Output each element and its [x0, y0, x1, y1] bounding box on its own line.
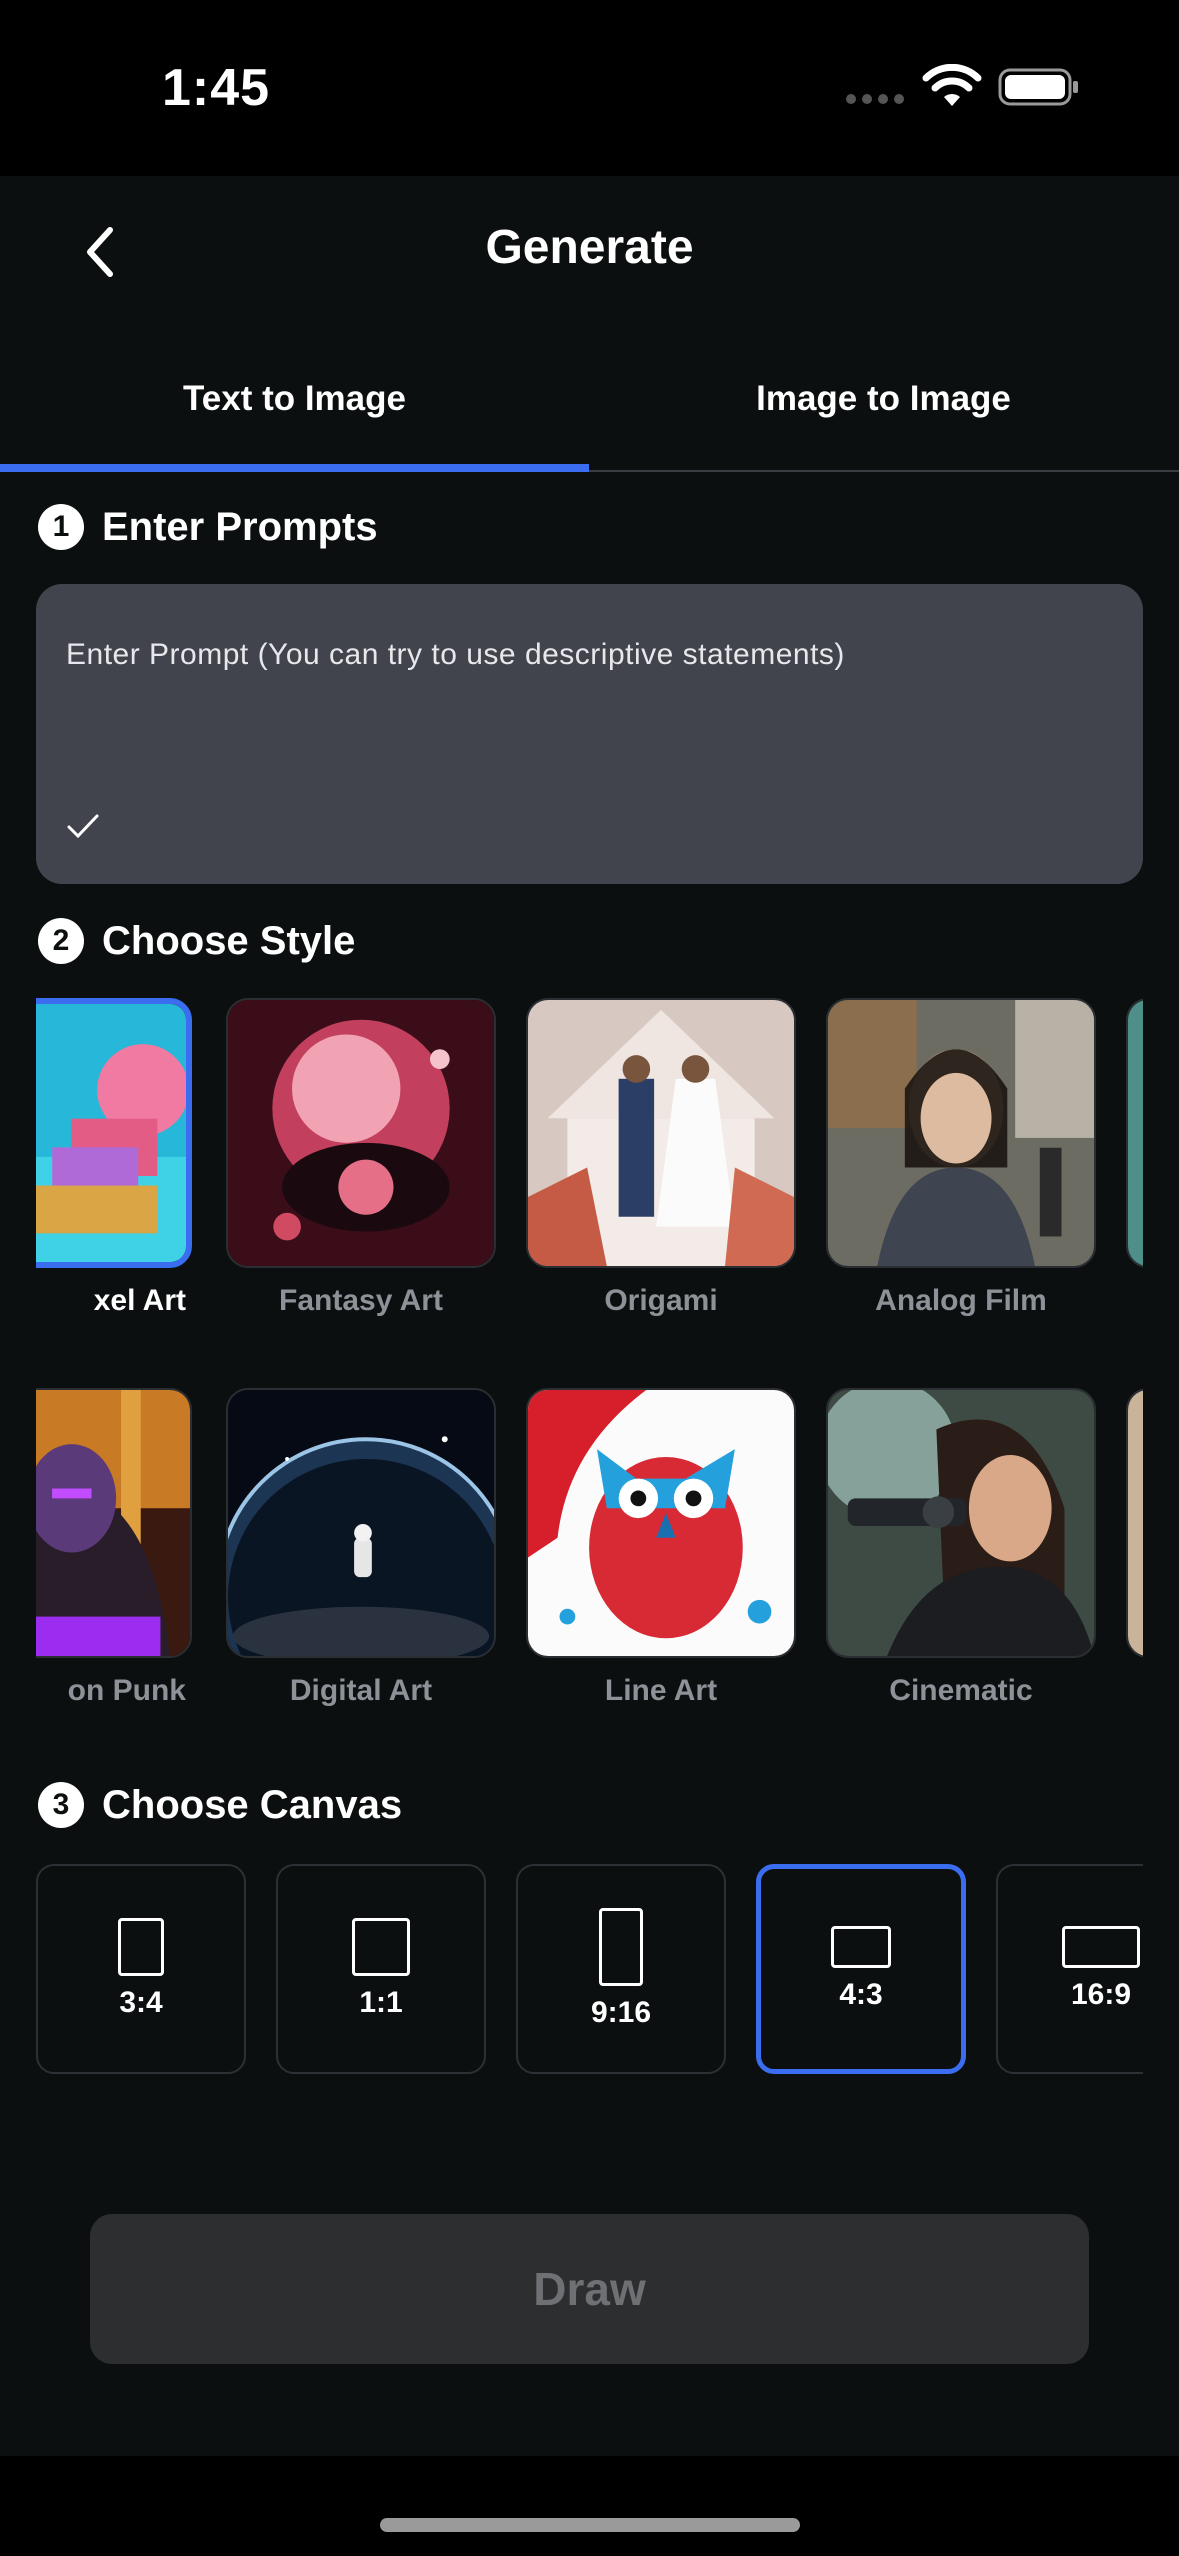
style-item-fantasy-art[interactable]: Fantasy Art — [226, 998, 496, 1328]
canvas-option-4-3[interactable]: 4:3 — [756, 1864, 966, 2074]
style-label: Cinematic — [889, 1674, 1033, 1707]
style-label: Fantasy Art — [279, 1284, 443, 1317]
section-title: Choose Canvas — [102, 1782, 403, 1827]
canvas-option-16-9[interactable]: 16:9 — [996, 1864, 1143, 2074]
step-number-badge: 2 — [38, 918, 84, 964]
style-item-neon-punk[interactable]: on Punk — [36, 1388, 192, 1718]
cellular-signal-icon — [846, 94, 904, 104]
canvas-label: 9:16 — [590, 1996, 652, 2029]
canvas-label: 1:1 — [359, 1986, 403, 2019]
style-thumbnail — [36, 1388, 192, 1658]
status-time: 1:45 — [162, 59, 271, 117]
analog-film-image — [828, 1000, 1094, 1266]
nav-bar: Generate — [0, 176, 1179, 326]
style-thumbnail — [1126, 998, 1143, 1268]
style-item-line-art[interactable]: Line Art — [526, 1388, 796, 1718]
style-thumbnail — [526, 1388, 796, 1658]
style-row-2: on Punk Digital Art Line Art Cinematic — [36, 1388, 1143, 1718]
ratio-9-16-icon — [599, 1908, 643, 1986]
status-bar: 1:45 — [0, 0, 1179, 176]
line-art-image — [528, 1390, 794, 1656]
style-item-pixel-art[interactable]: xel Art — [36, 998, 192, 1328]
section-choose-style: 2 Choose Style — [38, 918, 355, 964]
style-label: xel Art — [93, 1284, 186, 1317]
section-title: Enter Prompts — [102, 504, 378, 549]
style-item-analog-film[interactable]: Analog Film — [826, 998, 1096, 1328]
style-label: Line Art — [604, 1674, 718, 1707]
style-thumbnail — [36, 998, 192, 1268]
section-choose-canvas: 3 Choose Canvas — [38, 1782, 402, 1828]
page-title: Generate — [485, 221, 694, 274]
style-label: on Punk — [67, 1674, 186, 1707]
checkmark-icon[interactable] — [66, 812, 100, 842]
origami-image — [528, 1000, 794, 1266]
section-enter-prompts: 1 Enter Prompts — [38, 504, 378, 550]
wifi-icon — [922, 64, 982, 106]
style-row-1: xel Art Fantasy Art Origami Analog Film — [36, 998, 1143, 1328]
ratio-1-1-icon — [352, 1918, 410, 1976]
digital-art-image — [228, 1390, 494, 1656]
pixel-art-image — [36, 1004, 186, 1262]
home-bar-area — [0, 2456, 1179, 2556]
section-title: Choose Style — [102, 918, 356, 963]
draw-button[interactable]: Draw — [90, 2214, 1089, 2364]
canvas-option-3-4[interactable]: 3:4 — [36, 1864, 246, 2074]
style-item-digital-art[interactable]: Digital Art — [226, 1388, 496, 1718]
battery-icon — [998, 68, 1078, 106]
tab-bar: Text to Image Image to Image — [0, 326, 1179, 472]
style-thumbnail — [826, 998, 1096, 1268]
ratio-3-4-icon — [118, 1918, 164, 1976]
tab-image-to-image[interactable]: Image to Image — [589, 326, 1178, 472]
style-thumbnail — [226, 998, 496, 1268]
canvas-label: 4:3 — [839, 1978, 883, 2011]
cinematic-image — [828, 1390, 1094, 1656]
home-indicator[interactable] — [380, 2518, 800, 2532]
step-number-badge: 1 — [38, 504, 84, 550]
tab-text-to-image[interactable]: Text to Image — [0, 326, 589, 472]
canvas-option-9-16[interactable]: 9:16 — [516, 1864, 726, 2074]
style-thumbnail — [826, 1388, 1096, 1658]
style-thumbnail — [226, 1388, 496, 1658]
active-tab-indicator — [0, 464, 589, 472]
prompt-placeholder: Enter Prompt (You can try to use descrip… — [66, 638, 845, 671]
style-item-cinematic[interactable]: Cinematic — [826, 1388, 1096, 1718]
neon-punk-image — [36, 1390, 190, 1656]
style-label: Origami — [604, 1284, 718, 1317]
prompt-input[interactable]: Enter Prompt (You can try to use descrip… — [36, 584, 1143, 884]
style-label: Analog Film — [875, 1284, 1047, 1317]
style-item-origami[interactable]: Origami — [526, 998, 796, 1328]
ratio-16-9-icon — [1062, 1926, 1140, 1968]
style-item-partial[interactable] — [1126, 998, 1143, 1328]
canvas-ratio-list: 3:4 1:1 9:16 4:3 16:9 — [36, 1864, 1143, 2076]
ratio-4-3-icon — [831, 1926, 891, 1968]
style-item-partial[interactable] — [1126, 1388, 1143, 1718]
canvas-label: 3:4 — [119, 1986, 163, 2019]
fantasy-art-image — [228, 1000, 494, 1266]
app-screen: Generate Text to Image Image to Image 1 … — [0, 176, 1179, 2456]
style-thumbnail — [1126, 1388, 1143, 1658]
canvas-option-1-1[interactable]: 1:1 — [276, 1864, 486, 2074]
style-label: Digital Art — [289, 1674, 433, 1707]
step-number-badge: 3 — [38, 1782, 84, 1828]
canvas-label: 16:9 — [1070, 1978, 1132, 2011]
style-thumbnail — [526, 998, 796, 1268]
